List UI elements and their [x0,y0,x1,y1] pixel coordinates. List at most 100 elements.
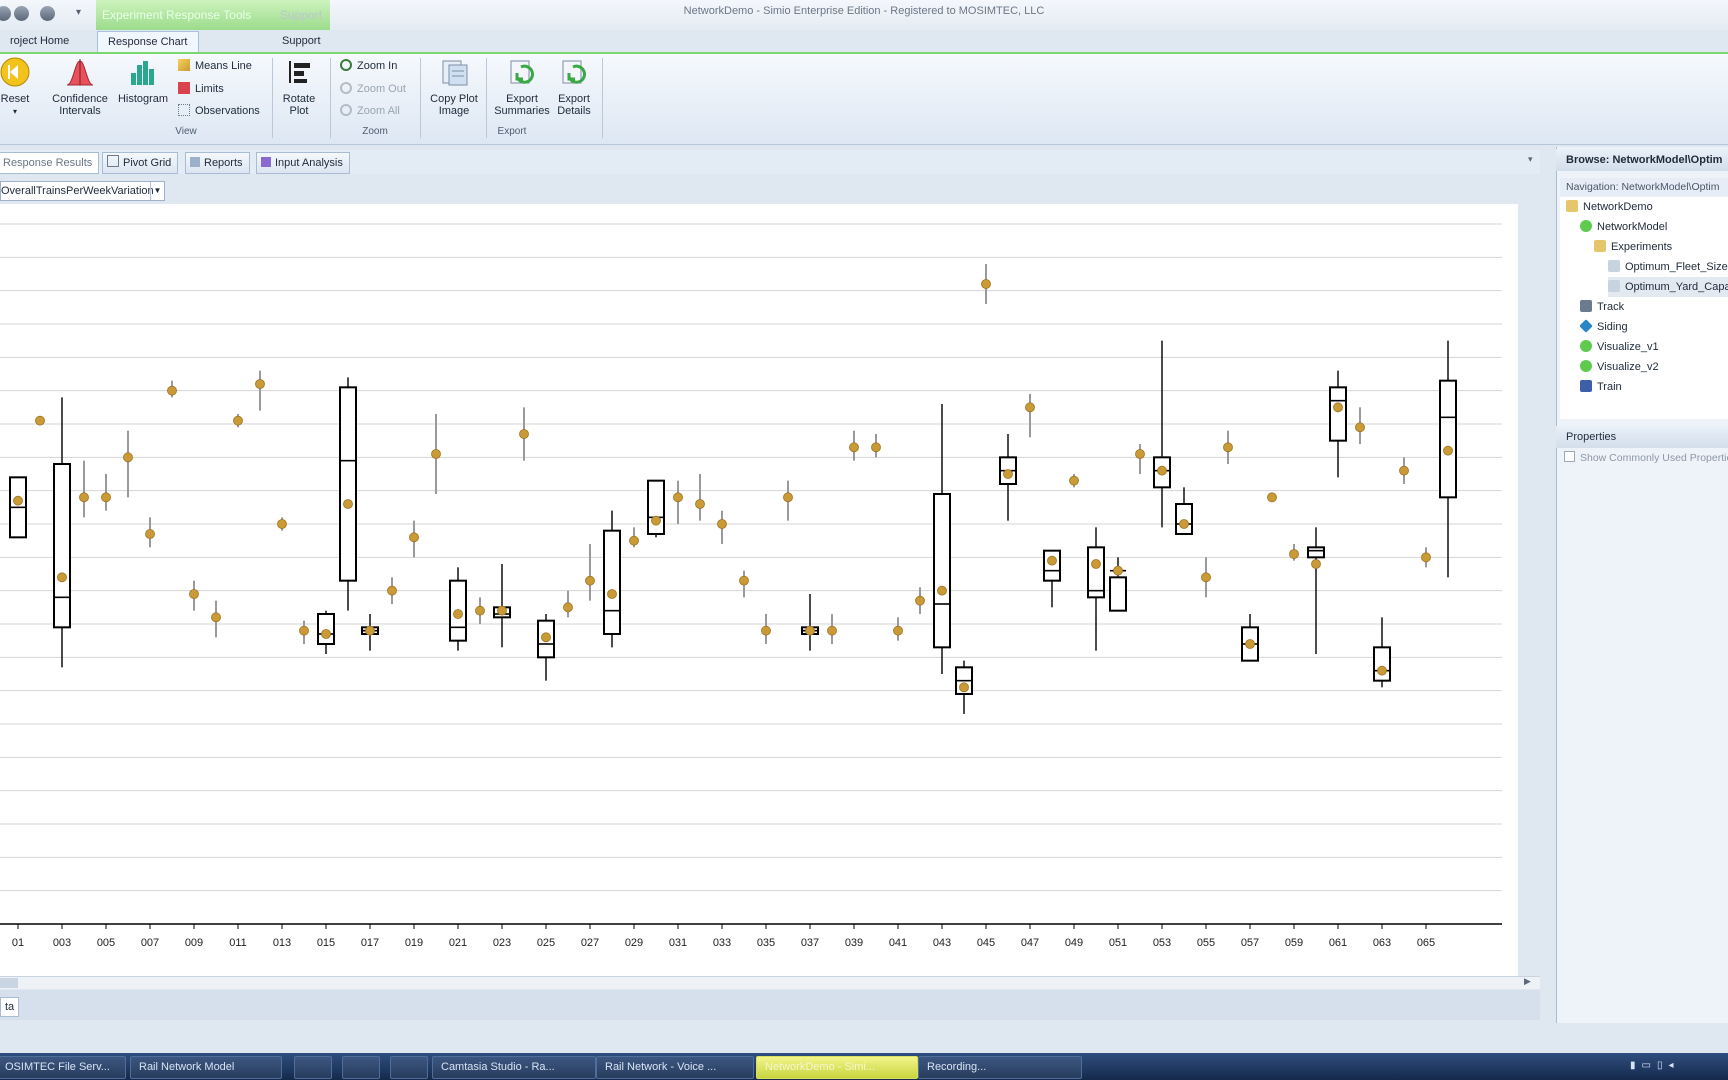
x-tick-label: 047 [1021,937,1039,949]
title-bar: ▾ Experiment Response Tools Support Netw… [0,0,1728,30]
mean-point [519,429,529,439]
x-tick-label: 005 [97,937,115,949]
x-tick-label: 023 [493,937,511,949]
mean-point [211,612,221,623]
separator [330,58,331,138]
mean-point [1091,559,1101,569]
zoom-in-icon [340,59,352,71]
bottom-tab[interactable]: ta [0,997,20,1017]
zoom-all-label: Zoom All [357,105,400,117]
mean-point [1355,422,1365,433]
export-summaries-button[interactable]: Export Summaries [494,57,550,117]
box [339,386,357,582]
mean-point [1201,572,1211,583]
histogram-button[interactable]: Histogram [117,57,169,105]
mean-point [805,625,815,636]
box [1109,576,1127,612]
tree-item[interactable]: Visualize_v2 [1580,357,1659,377]
tree-item-label: Optimum_Fleet_Sizes [1625,261,1728,273]
taskbar-item-camtasia[interactable]: Camtasia Studio - Ra... [432,1056,596,1079]
tab-pivot-grid[interactable]: Pivot Grid [102,152,179,174]
taskbar-item-rail-network-model[interactable]: Rail Network Model [130,1056,282,1079]
navigation-breadcrumb[interactable]: Navigation: NetworkModel\Optim [1560,178,1728,196]
tab-response-results[interactable]: Response Results [0,152,100,174]
horizontal-scrollbar[interactable]: ▶ [0,976,1540,989]
mean-point [1069,475,1079,486]
mean-point [13,495,23,506]
tree-item[interactable]: Siding [1579,317,1628,337]
tab-response-chart[interactable]: Response Chart [97,31,199,53]
export-details-button[interactable]: Export Details [549,57,599,117]
rotate-plot-button[interactable]: Rotate Plot [274,57,324,117]
taskbar-item-networkdemo[interactable]: NetworkDemo - Simi... [756,1056,918,1079]
scroll-right-icon[interactable]: ▶ [1524,976,1531,987]
mean-point [1113,565,1123,576]
mean-point [475,605,485,616]
separator [602,58,603,138]
taskbar-item-app[interactable] [342,1056,380,1079]
taskbar-item-word-doc[interactable]: Rail Network - Voice ... [596,1056,754,1079]
bell-curve-icon [65,57,95,87]
taskbar-item-file-server[interactable]: OSIMTEC File Serv... [0,1056,126,1079]
mean-point [849,442,859,453]
limits-button[interactable]: Limits [178,80,224,98]
observations-icon [178,104,190,116]
tree-item[interactable]: Experiments [1594,237,1672,257]
taskbar-item-app[interactable] [294,1056,332,1079]
mean-point [1179,519,1189,529]
tab-input-analysis[interactable]: Input Analysis [256,152,350,174]
tab-project-home[interactable]: roject Home [0,31,79,52]
mean-point [695,499,705,509]
mean-point [35,415,45,426]
histogram-label: Histogram [117,93,169,105]
x-tick-label: 041 [889,937,907,949]
tree-item[interactable]: Train [1580,377,1622,397]
x-tick-label: 007 [141,937,159,949]
zoom-all-button[interactable]: Zoom All [340,102,400,120]
means-line-button[interactable]: Means Line [178,57,252,75]
mean-point [1025,402,1035,413]
tab-reports[interactable]: Reports [185,152,250,174]
mean-point [167,385,177,396]
confidence-intervals-button[interactable]: Confidence Intervals [52,57,108,117]
x-tick-label: 051 [1109,937,1127,949]
taskbar-item-recording[interactable]: Recording... [918,1056,1082,1079]
tab-list-dropdown-icon[interactable]: ▾ [1528,154,1533,165]
zoom-out-button[interactable]: Zoom Out [340,80,406,98]
scrollbar-thumb[interactable] [0,978,18,988]
folder-icon [1594,240,1606,252]
tree-item[interactable]: Optimum_Fleet_Sizes [1608,257,1728,277]
tab-pivot-grid-label: Pivot Grid [123,157,172,169]
tree-item[interactable]: Optimum_Yard_Capa [1608,277,1728,297]
mean-point [145,529,155,539]
mean-point [937,585,947,596]
show-common-properties-checkbox[interactable]: Show Commonly Used Propertie [1564,451,1728,464]
observations-button[interactable]: Observations [178,102,260,120]
box [1043,549,1061,582]
mean-point [431,449,441,459]
copy-label-2: Image [438,105,470,117]
x-tick-label: 029 [625,937,643,949]
response-selector[interactable]: OverallTrainsPerWeekVariation ▼ [0,181,165,201]
grid-icon [107,155,119,167]
mean-point [1421,552,1431,563]
tree-item[interactable]: Visualize_v1 [1580,337,1659,357]
tree-item[interactable]: Track [1580,297,1624,317]
tab-support[interactable]: Support [272,31,331,52]
taskbar-item-app[interactable] [390,1056,428,1079]
tree-item-label: Experiments [1611,241,1673,253]
reset-button[interactable]: Reset ▾ [0,57,40,118]
model-icon [1580,340,1592,352]
x-tick-label: 01 [12,937,24,949]
tree-item[interactable]: NetworkModel [1580,217,1667,237]
tree-item[interactable]: NetworkDemo [1566,197,1653,217]
browse-header: Browse: NetworkModel\Optim [1556,149,1728,171]
tree-item-label: Visualize_v2 [1597,361,1659,373]
system-tray[interactable]: ▮▭▯◂ [1630,1060,1720,1074]
mean-point [1377,665,1387,676]
copy-plot-image-button[interactable]: Copy Plot Image [426,57,482,117]
limits-label: Limits [195,83,224,95]
mean-point [1157,465,1167,476]
box [53,463,71,629]
zoom-in-button[interactable]: Zoom In [340,57,397,75]
